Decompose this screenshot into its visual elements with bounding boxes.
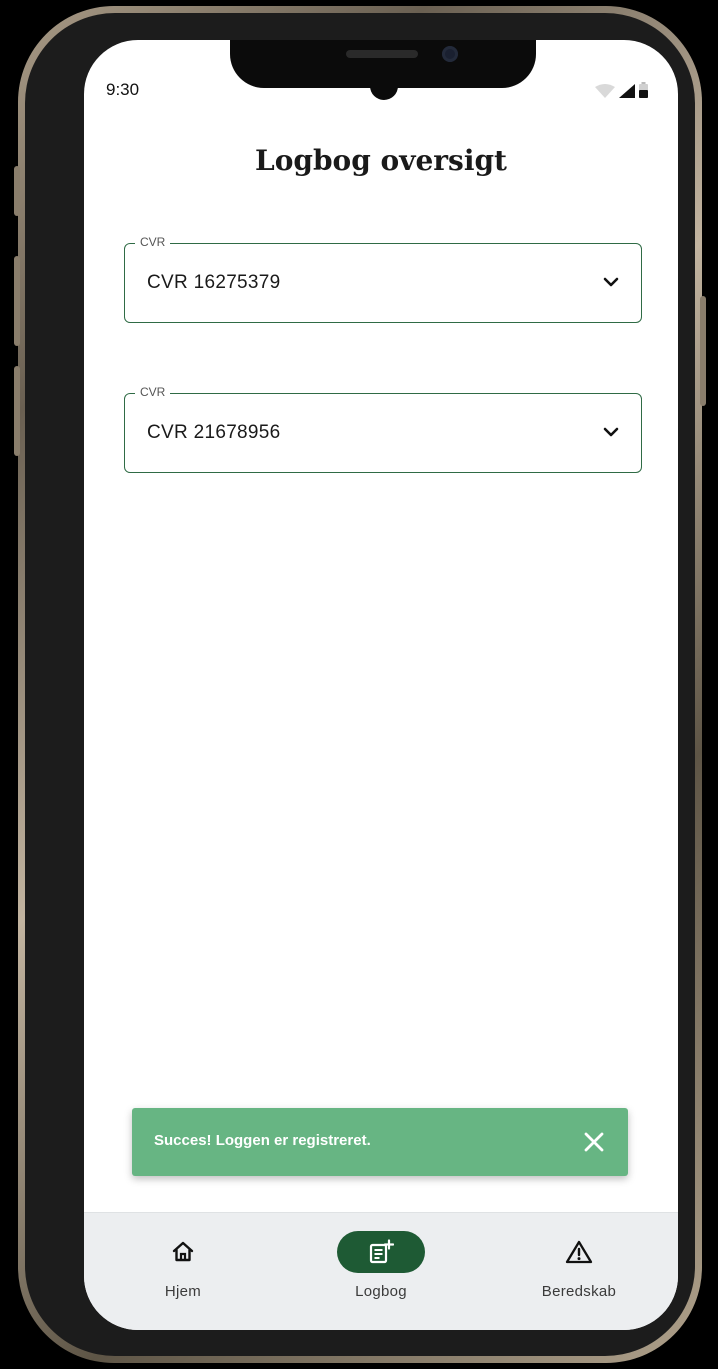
status-time: 9:30: [106, 80, 140, 99]
nav-item-logbog[interactable]: Logbog: [282, 1213, 480, 1330]
nav-label-logbog: Logbog: [355, 1283, 407, 1300]
cvr-select-label: CVR: [135, 385, 171, 399]
bottom-navigation: Hjem Logbog Beredskab: [84, 1212, 678, 1330]
nav-icon-container: [535, 1231, 623, 1273]
cvr-select-1[interactable]: CVR CVR 16275379: [124, 235, 642, 323]
cellular-signal-icon: [619, 84, 635, 98]
phone-frame: 9:30 Logbog oversigt CVR CVR 16275379 CV…: [14, 6, 706, 1363]
cvr-select-2[interactable]: CVR CVR 21678956: [124, 385, 642, 473]
chevron-down-icon[interactable]: [603, 276, 619, 288]
front-camera-icon: [442, 46, 458, 62]
nav-label-hjem: Hjem: [164, 1283, 202, 1300]
chevron-down-icon[interactable]: [603, 426, 619, 438]
nav-icon-container-active: [337, 1231, 425, 1273]
home-icon: [172, 1241, 194, 1262]
speaker-grille: [346, 50, 418, 58]
battery-icon: [639, 82, 648, 98]
cvr-select-value: CVR 21678956: [147, 422, 281, 443]
notch: [230, 40, 536, 100]
volume-down-button: [14, 366, 20, 456]
nav-item-hjem[interactable]: Hjem: [84, 1213, 282, 1330]
wifi-icon: [595, 84, 615, 98]
power-button: [700, 296, 706, 406]
nav-icon-container: [139, 1231, 227, 1273]
status-icons: [595, 82, 648, 98]
toast-message: Succes! Loggen er registreret.: [154, 1132, 371, 1149]
volume-up-button: [14, 256, 20, 346]
close-icon[interactable]: [580, 1128, 608, 1156]
nav-item-beredskab[interactable]: Beredskab: [480, 1213, 678, 1330]
side-button: [14, 166, 20, 216]
nav-label-beredskab: Beredskab: [541, 1283, 617, 1300]
page-title: Logbog oversigt: [255, 144, 507, 177]
app-screen: 9:30 Logbog oversigt CVR CVR 16275379 CV…: [84, 40, 678, 1330]
warning-icon: [565, 1240, 593, 1264]
notch-sensor: [370, 78, 398, 100]
cvr-select-label: CVR: [135, 235, 171, 249]
success-toast: Succes! Loggen er registreret.: [132, 1108, 628, 1176]
cvr-select-value: CVR 16275379: [147, 272, 281, 293]
logbook-add-icon: [369, 1239, 394, 1264]
